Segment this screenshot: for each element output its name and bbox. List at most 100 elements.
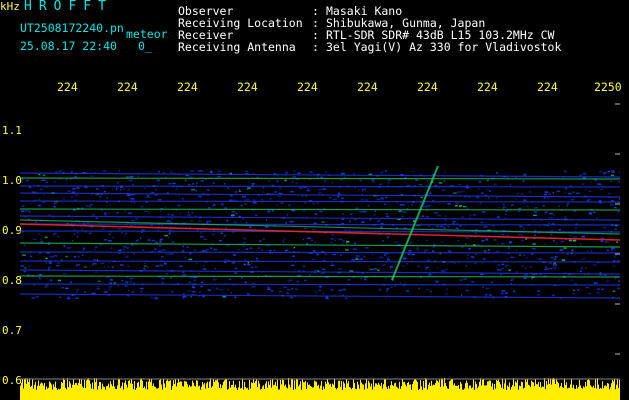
noise-floor-bar — [209, 381, 210, 400]
noise-floor-bar — [313, 387, 314, 400]
noise-floor-bar — [91, 388, 92, 400]
noise-floor-bar — [455, 385, 456, 400]
noise-speckle — [611, 247, 615, 249]
noise-floor-bar — [562, 387, 563, 400]
noise-speckle — [483, 249, 487, 252]
noise-speckle — [70, 171, 73, 173]
noise-speckle — [131, 291, 135, 293]
noise-speckle — [398, 210, 402, 212]
noise-speckle — [146, 196, 151, 198]
noise-speckle — [539, 225, 541, 227]
noise-speckle — [457, 239, 459, 242]
noise-floor-bar — [25, 378, 26, 400]
noise-floor-bar — [61, 381, 62, 400]
noise-speckle — [32, 238, 37, 241]
noise-floor-bar — [332, 383, 333, 400]
noise-speckle — [386, 288, 390, 290]
noise-speckle — [467, 254, 469, 256]
noise-floor-bar — [260, 389, 261, 400]
noise-floor-bar — [604, 385, 605, 400]
noise-speckle — [319, 210, 323, 213]
noise-speckle — [556, 242, 558, 245]
noise-speckle — [517, 210, 521, 213]
noise-floor-bar — [497, 381, 498, 400]
noise-speckle — [574, 227, 577, 230]
app-logo: HROFFT — [24, 0, 113, 14]
noise-speckle — [386, 213, 388, 215]
noise-floor-bar — [253, 379, 254, 400]
noise-speckle — [331, 181, 334, 184]
noise-speckle — [501, 290, 506, 292]
noise-speckle — [225, 227, 227, 229]
noise-speckle — [523, 174, 527, 176]
noise-speckle — [200, 281, 204, 283]
noise-speckle — [543, 197, 546, 199]
noise-floor-bar — [299, 384, 300, 400]
noise-floor-bar — [289, 384, 290, 400]
noise-floor-bar — [73, 378, 74, 400]
noise-speckle — [273, 249, 276, 252]
noise-speckle — [224, 259, 228, 261]
noise-floor-bar — [425, 378, 426, 400]
noise-speckle — [532, 243, 536, 245]
noise-speckle — [324, 253, 328, 256]
noise-speckle — [355, 255, 360, 257]
noise-speckle — [568, 192, 572, 195]
noise-floor-bar — [230, 387, 231, 400]
noise-floor-bar — [278, 389, 279, 400]
noise-floor-bar — [489, 380, 490, 400]
noise-speckle — [65, 178, 68, 181]
noise-floor-bar — [348, 381, 349, 400]
carrier-line — [20, 275, 620, 278]
noise-floor-bar — [329, 384, 330, 400]
noise-speckle — [369, 218, 372, 221]
noise-speckle — [53, 232, 57, 235]
noise-floor-bar — [233, 380, 234, 400]
noise-floor-bar — [168, 381, 169, 400]
noise-speckle — [35, 221, 37, 223]
noise-speckle — [155, 265, 160, 267]
noise-floor-bar — [389, 388, 390, 400]
noise-floor-bar — [481, 385, 482, 400]
noise-floor-bar — [193, 382, 194, 400]
noise-speckle — [144, 262, 146, 265]
noise-floor-bar — [198, 386, 199, 400]
noise-speckle — [75, 194, 79, 197]
noise-floor-bar — [242, 378, 243, 400]
noise-floor-bar — [498, 379, 499, 400]
noise-floor-bar — [586, 386, 587, 400]
noise-speckle — [596, 217, 598, 219]
noise-floor-bar — [377, 385, 378, 400]
noise-floor-bar — [595, 378, 596, 400]
noise-floor-bar — [541, 387, 542, 400]
noise-speckle — [157, 179, 160, 182]
noise-floor-bar — [177, 382, 178, 400]
noise-floor-bar — [227, 389, 228, 400]
noise-speckle — [554, 256, 558, 258]
noise-floor-bar — [108, 383, 109, 400]
noise-floor-bar — [165, 387, 166, 400]
noise-floor-bar — [269, 384, 270, 400]
noise-floor-bar — [132, 383, 133, 400]
noise-speckle — [408, 250, 412, 252]
noise-speckle — [365, 247, 369, 249]
noise-speckle — [59, 170, 63, 172]
filename: UT2508172240.pn — [20, 21, 124, 35]
noise-speckle — [331, 262, 333, 264]
noise-speckle — [141, 229, 145, 231]
noise-floor-bar — [460, 381, 461, 400]
noise-floor-bar — [471, 388, 472, 400]
noise-speckle — [314, 241, 316, 244]
noise-floor-bar — [550, 378, 551, 400]
noise-floor-bar — [451, 378, 452, 400]
noise-speckle — [340, 172, 345, 175]
noise-floor-bar — [478, 386, 479, 400]
noise-speckle — [257, 247, 261, 249]
noise-speckle — [342, 288, 346, 291]
noise-speckle — [172, 182, 176, 185]
noise-floor-bar — [142, 380, 143, 400]
noise-floor-bar — [252, 383, 253, 400]
noise-speckle — [76, 264, 78, 267]
noise-floor-bar — [85, 387, 86, 400]
noise-floor-bar — [500, 384, 501, 400]
